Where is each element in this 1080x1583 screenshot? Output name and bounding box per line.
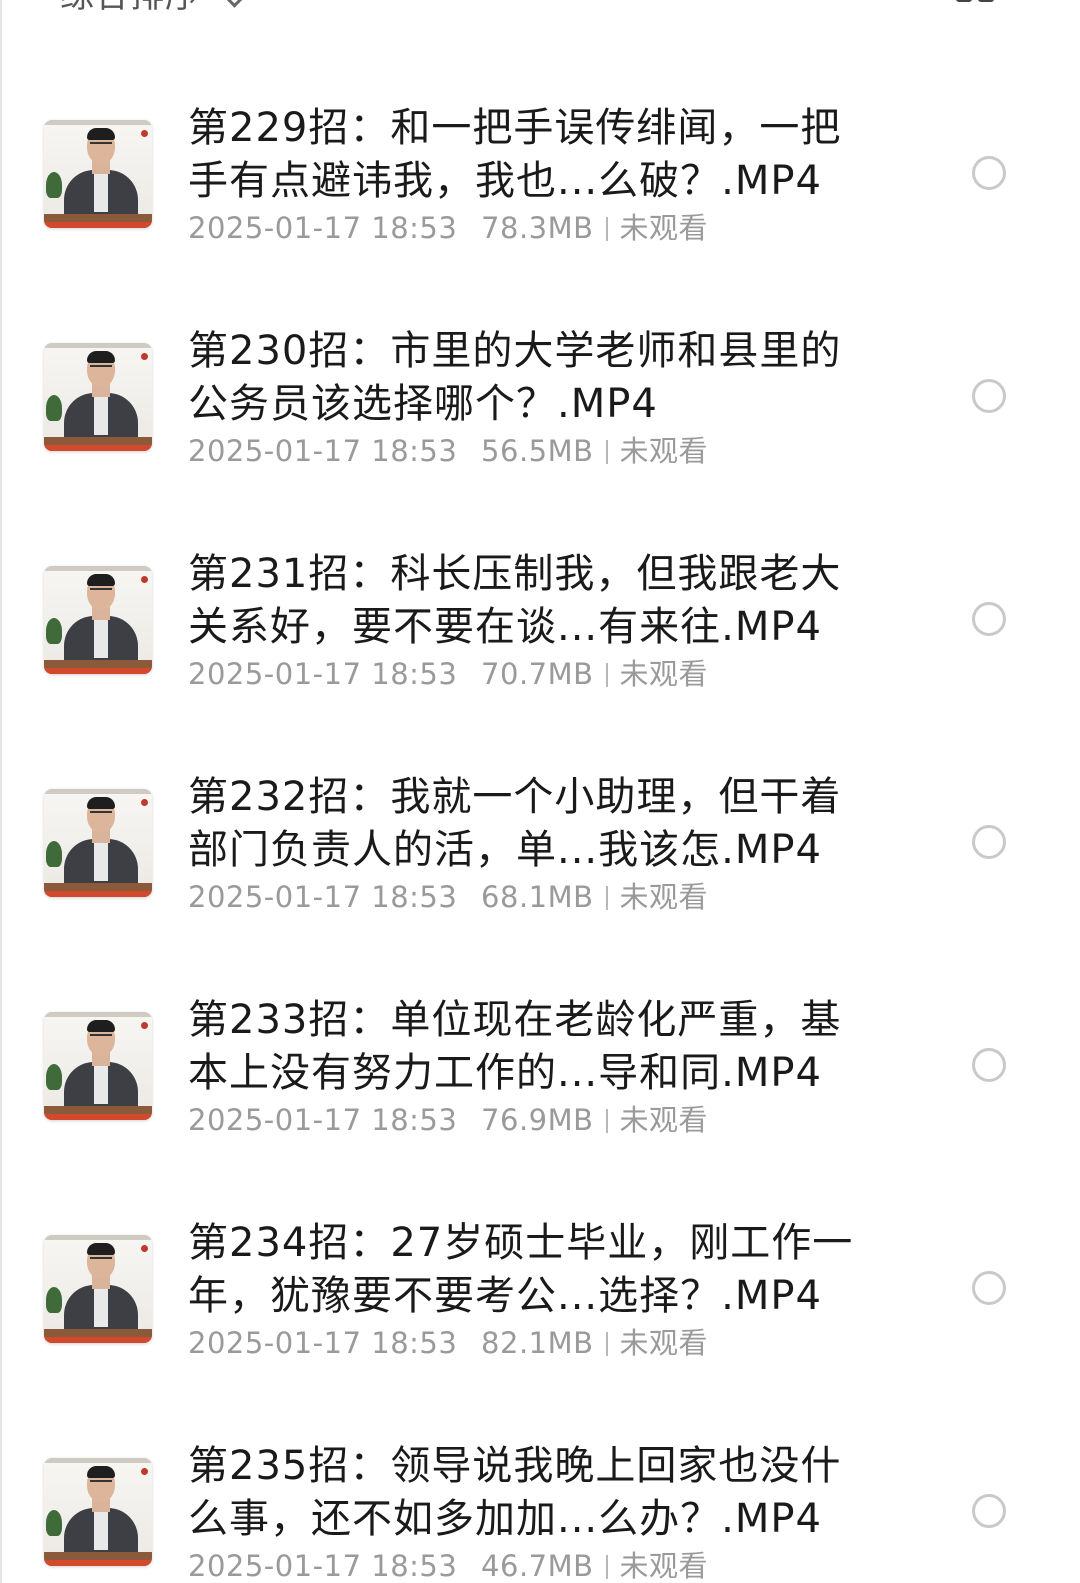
file-date: 2025-01-17 18:53 [188, 880, 458, 914]
file-meta: 2025-01-17 18:53 78.3MB 未观看 [188, 210, 708, 246]
video-thumbnail[interactable] [44, 566, 152, 674]
watch-status: 未观看 [619, 434, 709, 468]
file-list-item[interactable]: 第231招：科长压制我，但我跟老大 关系好，要不要在谈...有来往.MP4 20… [0, 508, 1080, 731]
file-list-item[interactable]: 第229招：和一把手误传绯闻，一把 手有点避讳我，我也...么破？.MP4 20… [0, 62, 1080, 285]
file-date: 2025-01-17 18:53 [188, 211, 458, 245]
file-title[interactable]: 第229招：和一把手误传绯闻，一把 手有点避讳我，我也...么破？.MP4 [188, 102, 878, 208]
meta-separator [605, 1109, 608, 1133]
file-title[interactable]: 第233招：单位现在老龄化严重，基 本上没有努力工作的...导和同.MP4 [188, 994, 878, 1100]
file-meta: 2025-01-17 18:53 82.1MB 未观看 [188, 1325, 708, 1361]
file-size: 76.9MB [481, 1103, 594, 1137]
watch-status: 未观看 [619, 880, 709, 914]
file-meta: 2025-01-17 18:53 70.7MB 未观看 [188, 656, 708, 692]
file-list-item[interactable]: 第234招：27岁硕士毕业，刚工作一 年，犹豫要不要考公...选择？.MP4 2… [0, 1177, 1080, 1400]
select-radio-button[interactable] [972, 379, 1006, 413]
watch-status: 未观看 [619, 1326, 709, 1360]
file-size: 46.7MB [481, 1549, 594, 1583]
select-radio-button[interactable] [972, 1271, 1006, 1305]
file-title[interactable]: 第231招：科长压制我，但我跟老大 关系好，要不要在谈...有来往.MP4 [188, 548, 878, 654]
file-size: 78.3MB [481, 211, 594, 245]
watch-status: 未观看 [619, 1549, 709, 1583]
meta-separator [605, 663, 608, 687]
watch-status: 未观看 [619, 211, 709, 245]
file-size: 68.1MB [481, 880, 594, 914]
video-thumbnail[interactable] [44, 1235, 152, 1343]
chevron-down-icon[interactable] [225, 0, 244, 8]
file-meta: 2025-01-17 18:53 68.1MB 未观看 [188, 879, 708, 915]
select-radio-button[interactable] [972, 1048, 1006, 1082]
video-thumbnail[interactable] [44, 1458, 152, 1566]
file-size: 56.5MB [481, 434, 594, 468]
file-date: 2025-01-17 18:53 [188, 657, 458, 691]
file-meta: 2025-01-17 18:53 56.5MB 未观看 [188, 433, 708, 469]
file-title[interactable]: 第230招：市里的大学老师和县里的 公务员该选择哪个？.MP4 [188, 325, 878, 431]
sort-dropdown[interactable]: 综合排序 [60, 0, 200, 18]
meta-separator [605, 1332, 608, 1356]
meta-separator [605, 440, 608, 464]
meta-separator [605, 217, 608, 241]
file-list-item[interactable]: 第235招：领导说我晚上回家也没什 么事，还不如多加加...么办？.MP4 20… [0, 1400, 1080, 1583]
video-thumbnail[interactable] [44, 343, 152, 451]
file-list-screen: 综合排序 第229招：和一把手误传绯闻，一把 手有点避讳我，我也...么破？.M… [0, 0, 1080, 1583]
watch-status: 未观看 [619, 657, 709, 691]
sort-bar: 综合排序 [0, 0, 1080, 20]
file-list-item[interactable]: 第232招：我就一个小助理，但干着 部门负责人的活，单...我该怎.MP4 20… [0, 731, 1080, 954]
select-radio-button[interactable] [972, 156, 1006, 190]
meta-separator [605, 886, 608, 910]
file-date: 2025-01-17 18:53 [188, 1549, 458, 1583]
file-title[interactable]: 第234招：27岁硕士毕业，刚工作一 年，犹豫要不要考公...选择？.MP4 [188, 1217, 878, 1323]
file-title[interactable]: 第232招：我就一个小助理，但干着 部门负责人的活，单...我该怎.MP4 [188, 771, 878, 877]
file-size: 70.7MB [481, 657, 594, 691]
video-thumbnail[interactable] [44, 120, 152, 228]
video-thumbnail[interactable] [44, 1012, 152, 1120]
grid-view-icon[interactable] [956, 0, 1000, 16]
select-radio-button[interactable] [972, 602, 1006, 636]
file-list-item[interactable]: 第230招：市里的大学老师和县里的 公务员该选择哪个？.MP4 2025-01-… [0, 285, 1080, 508]
video-thumbnail[interactable] [44, 789, 152, 897]
select-radio-button[interactable] [972, 825, 1006, 859]
meta-separator [605, 1555, 608, 1579]
file-date: 2025-01-17 18:53 [188, 1103, 458, 1137]
file-meta: 2025-01-17 18:53 76.9MB 未观看 [188, 1102, 708, 1138]
file-date: 2025-01-17 18:53 [188, 434, 458, 468]
file-meta: 2025-01-17 18:53 46.7MB 未观看 [188, 1548, 708, 1583]
file-size: 82.1MB [481, 1326, 594, 1360]
file-list-item[interactable]: 第233招：单位现在老龄化严重，基 本上没有努力工作的...导和同.MP4 20… [0, 954, 1080, 1177]
file-date: 2025-01-17 18:53 [188, 1326, 458, 1360]
select-radio-button[interactable] [972, 1494, 1006, 1528]
watch-status: 未观看 [619, 1103, 709, 1137]
file-title[interactable]: 第235招：领导说我晚上回家也没什 么事，还不如多加加...么办？.MP4 [188, 1440, 878, 1546]
